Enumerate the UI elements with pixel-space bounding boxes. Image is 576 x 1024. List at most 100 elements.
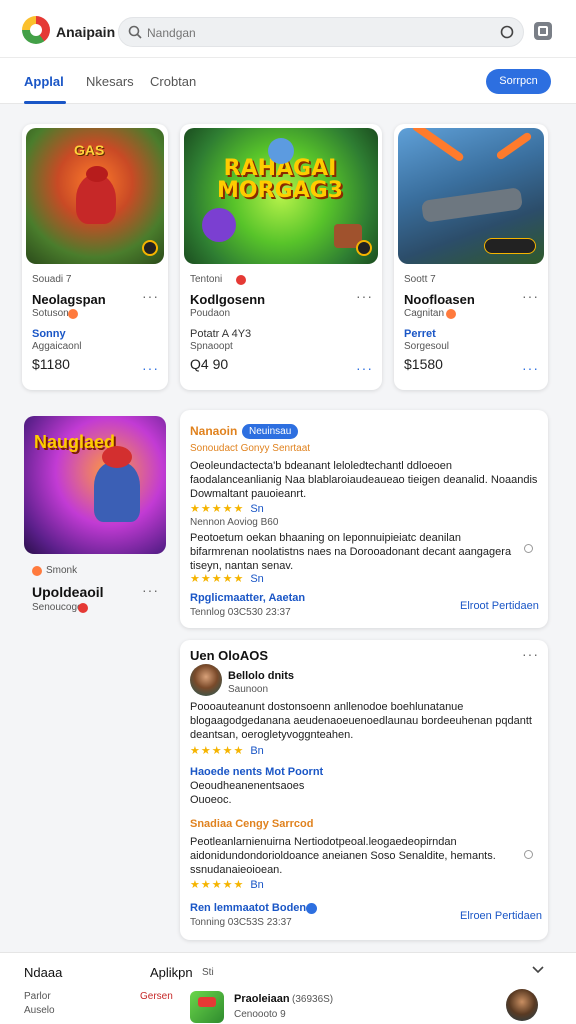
primary-action-button[interactable]: Sorrpcn — [486, 69, 551, 94]
card-accent-secondary: Aggaicaonl — [32, 341, 82, 352]
character-hat — [86, 166, 108, 182]
more-horizontal-icon[interactable]: ··· — [142, 360, 159, 376]
card-price: Q4 90 — [190, 356, 229, 372]
star-rating: ★★★★★ Bn — [190, 745, 264, 757]
more-horizontal-icon[interactable]: ··· — [142, 582, 159, 598]
radio-button[interactable] — [524, 544, 533, 553]
meteor-trail — [495, 131, 533, 161]
game-card[interactable]: RAHAGAI MORGAG3 Tentoni Kodlgosenn ··· P… — [180, 124, 382, 390]
search-input[interactable] — [147, 24, 477, 42]
more-horizontal-icon[interactable]: ··· — [522, 646, 539, 662]
review-subline: Snadiaa Cengy Sarrcod — [190, 818, 314, 830]
more-horizontal-icon[interactable]: ··· — [356, 360, 373, 376]
review-paragraph: Oeoleundactecta'b bdeanant leloledtechan… — [190, 460, 538, 500]
review-paragraph: Poooauteanunt dostonsoenn anllenodoe boe… — [190, 701, 532, 741]
review-meta: Tonning 03C53S 23:37 — [190, 917, 292, 928]
heart-icon — [236, 275, 246, 285]
product-logo — [198, 997, 216, 1007]
verified-icon — [306, 903, 317, 914]
bottom-center-title: Aplikpn — [150, 965, 193, 980]
more-horizontal-icon[interactable]: ··· — [522, 360, 539, 376]
play-badge-icon — [484, 238, 536, 254]
bottom-panel: Ndaaa Aplikpn Sti Parlor Auselo Gersen P… — [0, 952, 576, 1024]
avatar[interactable] — [190, 664, 222, 696]
more-horizontal-icon[interactable]: ··· — [142, 288, 159, 304]
more-horizontal-icon[interactable]: ··· — [522, 288, 539, 304]
card-title: Neolagspan — [32, 292, 106, 307]
review-paragraph: Peotoetum oekan bhaaning on leponnuipiei… — [190, 532, 512, 572]
card-subtitle: Sotuson — [32, 308, 69, 319]
review-text: Oeoudheanenentsaoes — [190, 780, 305, 792]
product-code: (36936S) — [292, 994, 334, 1005]
game-thumbnail: Nauglaed — [24, 416, 166, 554]
star-rating: ★★★★★ Bn — [190, 879, 264, 891]
tab-applal[interactable]: Applal — [24, 74, 64, 89]
card-accent-secondary: Sorgesoul — [404, 341, 450, 352]
radio-button[interactable] — [524, 850, 533, 859]
review-meta: Tennlog 03C530 23:37 — [190, 607, 291, 618]
card-overline: Soott 7 — [404, 274, 436, 285]
product-subtitle: Cenoooto 9 — [234, 1009, 286, 1020]
heart-icon — [446, 309, 456, 319]
more-horizontal-icon[interactable]: ··· — [356, 288, 373, 304]
character-figure — [268, 138, 294, 164]
review-heading: Uen OloAOS — [190, 648, 269, 663]
rating-count: Bn — [250, 745, 264, 757]
game-thumbnail: GAS — [26, 128, 164, 264]
character-figure — [94, 462, 140, 522]
review-link[interactable]: Ren lemmaatot Boden — [190, 902, 306, 914]
app-logo-icon[interactable] — [22, 16, 50, 44]
review-card: Nanaoin Neuinsau Sonoudact Gonyy Senrtaa… — [180, 410, 548, 628]
rating-count: Sn — [250, 573, 264, 585]
game-card[interactable]: Soott 7 Noofloasen ··· Cagnitan Perret S… — [394, 124, 548, 390]
play-badge-icon — [356, 240, 372, 256]
game-thumbnail: RAHAGAI MORGAG3 — [184, 128, 378, 264]
featured-subtitle: Senoucogo — [32, 602, 83, 613]
search-bar[interactable] — [118, 17, 524, 47]
card-accent-secondary: Spnaoopt — [190, 341, 233, 352]
card-accent: Potatr A 4Y3 — [190, 328, 252, 340]
active-tab-indicator — [24, 101, 66, 104]
airship — [420, 187, 524, 223]
heart-icon — [68, 309, 78, 319]
review-action-link[interactable]: Elroen Pertidaen — [460, 910, 542, 922]
featured-game[interactable]: Nauglaed Smonk Upoldeaoil ··· Senoucogo — [22, 412, 168, 613]
bottom-left-item[interactable]: Parlor — [24, 991, 51, 1002]
play-badge-icon — [142, 240, 158, 256]
review-link[interactable]: Haoede nents Mot Poornt — [190, 766, 323, 778]
tab-nkesars[interactable]: Nkesars — [86, 74, 134, 89]
rating-count: Bn — [250, 879, 264, 891]
user-subtitle: Saunoon — [228, 684, 269, 695]
chevron-down-icon[interactable] — [532, 965, 544, 975]
app-name: Anaipain — [56, 24, 116, 40]
flame-icon — [32, 566, 42, 576]
card-subtitle: Poudaon — [190, 308, 231, 319]
bottom-mid-label: Gersen — [140, 991, 173, 1002]
bottom-left-item[interactable]: Auselo — [24, 1005, 55, 1016]
heart-icon — [78, 603, 88, 613]
circle-icon[interactable] — [499, 24, 515, 40]
product-title: Praoleiaan — [234, 993, 290, 1005]
top-bar: Anaipain — [0, 0, 576, 58]
card-overline: Souadi 7 — [32, 274, 72, 285]
card-overline: Tentoni — [190, 274, 223, 285]
thumbnail-logo-text: RAHAGAI MORGAG3 — [217, 156, 343, 203]
review-action-link[interactable]: Elroot Pertidaen — [460, 600, 539, 612]
rating-count: Sn — [250, 503, 264, 515]
character-hat — [102, 446, 132, 468]
tab-crobtan[interactable]: Crobtan — [150, 74, 196, 89]
review-link[interactable]: Rpglicmaatter, Aaetan — [190, 592, 305, 604]
review-brand: Nanaoin — [190, 424, 238, 438]
card-accent: Perret — [404, 328, 436, 340]
product-thumbnail[interactable] — [190, 991, 224, 1023]
card-subtitle: Cagnitan — [404, 308, 445, 319]
avatar[interactable] — [506, 989, 538, 1021]
review-subline: Sonoudact Gonyy Senrtaat — [190, 443, 311, 454]
review-text: Ouoeoc. — [190, 794, 232, 806]
character-figure — [202, 208, 236, 242]
game-card[interactable]: GAS Souadi 7 Neolagspan ··· Sotuson Sonn… — [22, 124, 168, 390]
search-icon — [128, 25, 142, 39]
featured-title: Upoldeaoil — [32, 584, 104, 600]
extension-icon[interactable] — [534, 22, 552, 40]
review-subline: Nennon Aoviog B60 — [190, 517, 279, 528]
